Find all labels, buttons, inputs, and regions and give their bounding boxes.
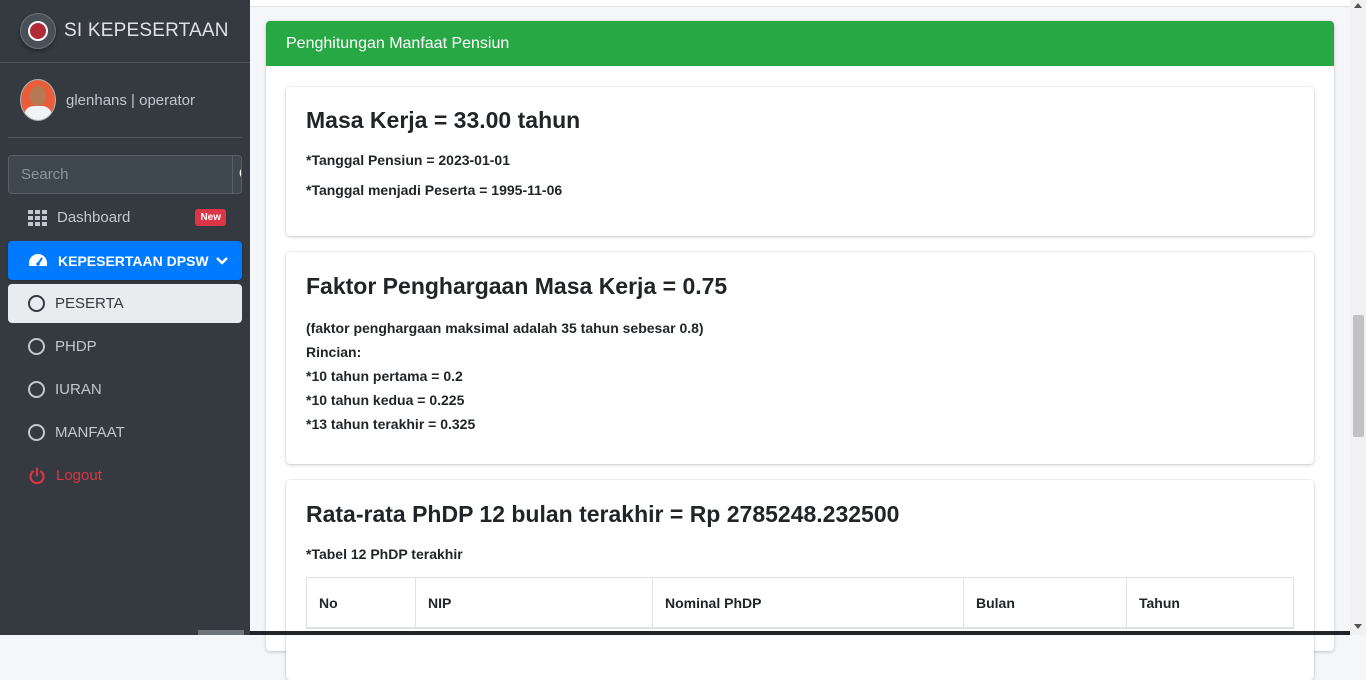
tanggal-peserta: *Tanggal menjadi Peserta = 1995-11-06 xyxy=(306,182,563,198)
page-scrollbar[interactable] xyxy=(1350,0,1366,635)
chevron-down-icon xyxy=(216,256,228,265)
rincian-line: *13 tahun terakhir = 0.325 xyxy=(306,416,476,432)
masa-kerja-card: Masa Kerja = 33.00 tahun *Tanggal Pensiu… xyxy=(286,87,1314,236)
sidebar-item-phdp[interactable]: PHDP xyxy=(8,327,242,366)
column-header-bulan: Bulan xyxy=(963,577,1127,629)
faktor-card: Faktor Penghargaan Masa Kerja = 0.75 (fa… xyxy=(286,252,1314,464)
table-header-row: No NIP Nominal PhDP Bulan Tahun xyxy=(306,577,1294,629)
sidebar-item-logout[interactable]: Logout xyxy=(8,456,242,495)
sidebar-item-label: KEPESERTAAN DPSW xyxy=(58,252,209,269)
circle-icon xyxy=(28,381,45,398)
faktor-title: Faktor Penghargaan Masa Kerja = 0.75 xyxy=(306,273,728,299)
search-button[interactable] xyxy=(232,156,241,193)
phdp-title: Rata-rata PhDP 12 bulan terakhir = Rp 27… xyxy=(306,501,900,527)
masa-kerja-title: Masa Kerja = 33.00 tahun xyxy=(306,107,581,133)
column-header-tahun: Tahun xyxy=(1126,577,1294,629)
column-header-no: No xyxy=(306,577,416,629)
circle-icon xyxy=(28,338,45,355)
user-panel: glenhans | operator xyxy=(8,63,242,138)
phdp-table: No NIP Nominal PhDP Bulan Tahun xyxy=(306,577,1294,629)
avatar xyxy=(20,79,56,121)
brand-text: SI KEPESERTAAN xyxy=(64,20,229,41)
sidebar-item-label: Logout xyxy=(56,467,102,484)
sidebar-item-dashboard[interactable]: Dashboard New xyxy=(8,198,242,237)
sidebar-item-label: MANFAAT xyxy=(55,424,125,441)
rincian-label: Rincian: xyxy=(306,344,362,360)
sidebar: SI KEPESERTAAN glenhans | operator Dashb… xyxy=(0,0,250,635)
scrollbar-thumb[interactable] xyxy=(1353,315,1364,437)
tachometer-icon xyxy=(29,253,47,266)
faktor-note: (faktor penghargaan maksimal adalah 35 t… xyxy=(306,320,704,336)
manfaat-card: Penghitungan Manfaat Pensiun Masa Kerja … xyxy=(266,21,1334,680)
tanggal-pensiun: *Tanggal Pensiun = 2023-01-01 xyxy=(306,152,510,168)
brand-logo-icon xyxy=(20,13,56,49)
column-header-nip: NIP xyxy=(415,577,653,629)
sidebar-item-label: PESERTA xyxy=(55,295,124,312)
column-header-nominal: Nominal PhDP xyxy=(652,577,964,629)
sidebar-item-label: PHDP xyxy=(55,338,97,355)
sidebar-scrollbar[interactable] xyxy=(198,630,244,635)
sidebar-search xyxy=(8,155,242,194)
circle-icon xyxy=(28,424,45,441)
circle-icon xyxy=(28,295,45,312)
sidebar-item-manfaat[interactable]: MANFAAT xyxy=(8,413,242,452)
phdp-table-caption: *Tabel 12 PhDP terakhir xyxy=(306,546,463,562)
power-icon xyxy=(29,466,45,484)
sidebar-nav: Dashboard New KEPESERTAAN DPSW PESERTA P… xyxy=(0,198,250,495)
sidebar-item-kepesertaan-dpsw[interactable]: KEPESERTAAN DPSW xyxy=(8,241,242,280)
sidebar-item-iuran[interactable]: IURAN xyxy=(8,370,242,409)
bottom-edge xyxy=(250,631,1350,635)
brand-link[interactable]: SI KEPESERTAAN xyxy=(0,0,250,63)
rincian-line: *10 tahun kedua = 0.225 xyxy=(306,392,465,408)
card-header: Penghitungan Manfaat Pensiun xyxy=(266,21,1334,66)
new-badge: New xyxy=(195,209,226,226)
scroll-down-icon[interactable] xyxy=(1354,624,1362,629)
sidebar-item-label: Dashboard xyxy=(57,209,131,226)
rincian-line: *10 tahun pertama = 0.2 xyxy=(306,368,463,384)
phdp-card: Rata-rata PhDP 12 bulan terakhir = Rp 27… xyxy=(286,480,1314,680)
search-icon xyxy=(239,169,241,177)
search-input[interactable] xyxy=(9,156,232,193)
navbar-edge xyxy=(250,0,1350,7)
sidebar-item-peserta[interactable]: PESERTA xyxy=(8,284,242,323)
sidebar-item-label: IURAN xyxy=(55,381,102,398)
user-name[interactable]: glenhans | operator xyxy=(66,92,195,109)
scroll-up-icon[interactable] xyxy=(1354,3,1362,8)
grid-icon xyxy=(28,209,47,226)
